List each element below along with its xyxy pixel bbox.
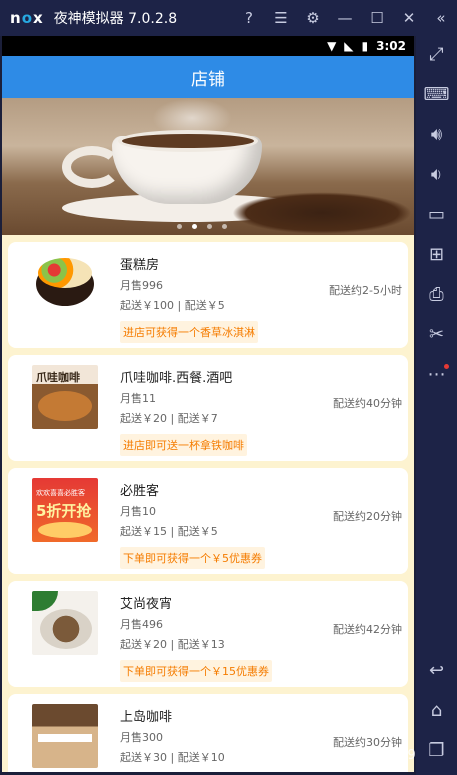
android-screen: ▼ ◣ ▮ 3:02 店铺 蛋糕房 月售996 起送￥100 | 配送￥5 进店… [2,36,414,772]
settings-icon[interactable]: ⚙ [297,9,329,27]
shop-sales: 月售11 [120,392,156,405]
shop-thumbnail-pizza: 欢欢喜喜必胜客 5折开抢 [32,478,98,542]
screen-icon[interactable]: ▭ [416,200,457,230]
carousel-dot[interactable] [177,224,182,229]
maximize-icon[interactable]: ☐ [361,9,393,27]
shop-item[interactable]: 欢欢喜喜必胜客 5折开抢 必胜客 月售10 起送￥15 | 配送￥5 下单即可获… [8,468,408,574]
home-icon[interactable]: ⌂ [416,696,457,726]
thumbnail-brand-text: 爪哇咖啡 [36,371,80,384]
banner-coffee [118,130,258,152]
shop-sales: 月售996 [120,279,163,292]
shop-delivery-time: 配送约40分钟 [333,397,402,410]
shop-delivery-time: 配送约20分钟 [333,510,402,523]
carousel-dot[interactable] [222,224,227,229]
shop-name: 必胜客 [120,484,160,499]
nox-logo: nox [10,9,44,27]
signal-icon: ◣ [344,39,354,53]
shop-thumbnail-cafe: 爪哇咖啡 [32,365,98,429]
shop-thumbnail-island-coffee [32,704,98,768]
thumbnail-caption: 欢欢喜喜必胜客 [36,489,85,497]
shop-name: 爪哇咖啡.西餐.酒吧 [120,371,233,386]
banner-coffee-beans [232,192,412,234]
thumbnail-headline: 5折开抢 [36,502,92,520]
csdn-watermark: CSDN @m0_52239519 [268,748,416,763]
shop-fees: 起送￥30 | 配送￥10 [120,751,225,764]
shop-fees: 起送￥20 | 配送￥7 [120,412,218,425]
back-icon[interactable]: ↩ [416,656,457,686]
shop-sales: 月售496 [120,618,163,631]
shop-name: 艾尚夜宵 [120,597,173,612]
shop-name: 蛋糕房 [120,258,160,273]
shop-delivery-time: 配送约2-5小时 [329,284,402,297]
emulator-side-toolbar: ⤢ ⌨ 🔊︎ 🔉︎ ▭ ⊞ ⎙ ✂ ⋯ ↩ ⌂ ❐ [416,36,457,775]
shop-promo: 下单即可获得一个￥15优惠券 [120,660,272,682]
shop-name: 上岛咖啡 [120,710,173,725]
shop-promo: 进店可获得一个香草冰淇淋 [120,321,258,343]
shop-sales: 月售300 [120,731,163,744]
banner-carousel[interactable] [2,98,414,235]
volume-down-icon[interactable]: 🔉︎ [416,160,457,190]
apk-install-icon[interactable]: ⊞ [416,240,457,270]
shop-list: 蛋糕房 月售996 起送￥100 | 配送￥5 进店可获得一个香草冰淇淋 配送约… [2,235,414,772]
shop-item[interactable]: 爪哇咖啡 爪哇咖啡.西餐.酒吧 月售11 起送￥20 | 配送￥7 进店即可送一… [8,355,408,461]
help-icon[interactable]: ? [233,9,265,27]
carousel-dot[interactable] [207,224,212,229]
minimize-icon[interactable]: — [329,9,361,27]
app-title-bar: 店铺 [2,56,414,98]
window-title: 夜神模拟器 7.0.2.8 [53,11,178,27]
shop-thumbnail-night-snack [32,591,98,655]
printer-icon[interactable]: ⎙ [416,280,457,310]
close-icon[interactable]: ✕ [393,9,425,27]
shop-promo: 进店即可送一杯拿铁咖啡 [120,434,247,456]
volume-up-icon[interactable]: 🔊︎ [416,120,457,150]
shop-sales: 月售10 [120,505,156,518]
fullscreen-icon[interactable]: ⤢ [416,40,457,70]
keyboard-icon[interactable]: ⌨ [416,80,457,110]
status-time: 3:02 [376,39,406,53]
page-title: 店铺 [191,69,225,90]
carousel-dot-active[interactable] [192,224,197,229]
wifi-icon: ▼ [327,39,337,53]
carousel-indicator [177,224,227,229]
emulator-titlebar: nox 夜神模拟器 7.0.2.8 ? ☰ ⚙ — ☐ ✕ « [0,0,457,36]
shop-delivery-time: 配送约42分钟 [333,623,402,636]
menu-icon[interactable]: ☰ [265,9,297,27]
collapse-icon[interactable]: « [425,9,457,27]
shop-fees: 起送￥100 | 配送￥5 [120,299,225,312]
recents-icon[interactable]: ❐ [416,736,457,766]
shop-fees: 起送￥15 | 配送￥5 [120,525,218,538]
battery-icon: ▮ [361,39,369,53]
more-icon[interactable]: ⋯ [416,360,457,390]
shop-fees: 起送￥20 | 配送￥13 [120,638,225,651]
shop-item[interactable]: 蛋糕房 月售996 起送￥100 | 配送￥5 进店可获得一个香草冰淇淋 配送约… [8,242,408,348]
shop-promo: 下单即可获得一个￥5优惠券 [120,547,265,569]
scissors-icon[interactable]: ✂ [416,320,457,350]
status-bar: ▼ ◣ ▮ 3:02 [2,36,414,56]
shop-item[interactable]: 艾尚夜宵 月售496 起送￥20 | 配送￥13 下单即可获得一个￥15优惠券 … [8,581,408,687]
shop-thumbnail-cake [32,252,98,316]
titlebar-controls: ? ☰ ⚙ — ☐ ✕ « [233,0,457,36]
